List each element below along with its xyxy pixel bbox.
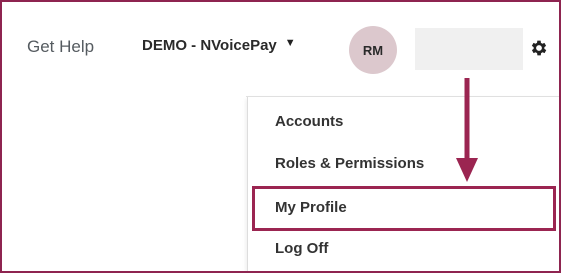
highlight-box (252, 186, 556, 231)
caret-down-icon: ▼ (284, 36, 296, 49)
username-redacted[interactable] (415, 28, 523, 70)
get-help-link[interactable]: Get Help (27, 37, 94, 57)
gear-icon[interactable] (529, 38, 549, 58)
user-dropdown-menu: Accounts Roles & Permissions My Profile … (247, 97, 560, 271)
organization-selector[interactable]: DEMO - NVoicePay ▼ (142, 36, 296, 55)
down-arrow-annotation (456, 78, 478, 182)
menu-item-roles-permissions[interactable]: Roles & Permissions (248, 145, 560, 183)
organization-name: DEMO - NVoicePay (142, 37, 277, 54)
avatar[interactable]: RM (349, 26, 397, 74)
menu-item-accounts[interactable]: Accounts (248, 103, 560, 141)
menu-item-log-off[interactable]: Log Off (248, 230, 560, 268)
page-content-area (2, 96, 246, 271)
